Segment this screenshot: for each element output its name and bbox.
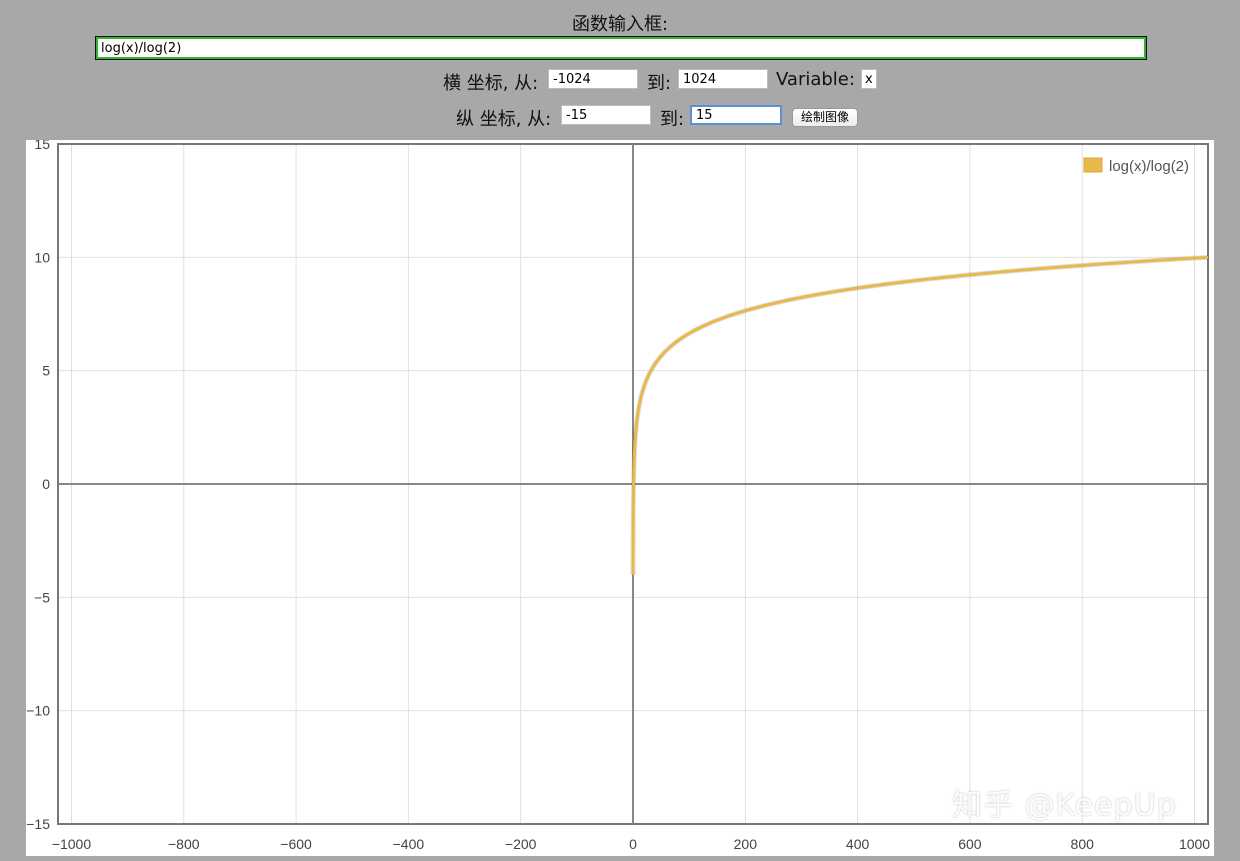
series-shadow (630, 254, 1209, 577)
y-tick-label: −5 (34, 589, 50, 605)
legend-swatch (1083, 157, 1103, 173)
watermark-text: 知乎 @KeepUp (952, 788, 1177, 823)
x-tick-label: −800 (168, 836, 200, 852)
y-tick-label: 10 (34, 249, 50, 265)
x-tick-label: −600 (280, 836, 312, 852)
series (630, 254, 1209, 577)
x-to-label: 到: (647, 73, 672, 94)
series-line (631, 255, 1209, 576)
x-range-row: 横 坐标, 从: 到: Variable: (0, 68, 1240, 94)
x-tick-label: 200 (734, 836, 758, 852)
y-tick-label: 15 (34, 140, 50, 152)
x-tick-label: 0 (629, 836, 637, 852)
y-tick-label: 5 (42, 363, 50, 379)
controls-panel: 函数输入框: 横 坐标, 从: 到: Variable: 纵 坐标, 从: 到:… (0, 0, 1240, 140)
x-tick-label: 800 (1071, 836, 1095, 852)
y-to-input[interactable] (690, 105, 782, 125)
y-range-label: 纵 坐标, 从: (456, 109, 552, 130)
variable-input[interactable] (861, 69, 877, 89)
x-to-input[interactable] (678, 69, 768, 89)
x-tick-label: −1000 (52, 836, 92, 852)
x-tick-label: 600 (958, 836, 982, 852)
tick-labels: −1000 −800 −600 −400 −200 0 200 400 600 800 1000 15… (26, 136, 1210, 852)
y-tick-label: −10 (26, 703, 50, 719)
legend-label: log(x)/log(2) (1109, 158, 1189, 175)
function-input[interactable] (95, 36, 1147, 60)
y-from-input[interactable] (561, 105, 651, 125)
chart-area: −1000 −800 −600 −400 −200 0 200 400 600 800 1000 15… (26, 136, 1214, 856)
variable-label: Variable: (776, 69, 855, 90)
x-tick-label: −400 (393, 836, 425, 852)
x-tick-label: 1000 (1179, 836, 1210, 852)
x-from-input[interactable] (548, 69, 638, 89)
x-tick-label: 400 (846, 836, 870, 852)
x-tick-label: −200 (505, 836, 537, 852)
y-range-row: 纵 坐标, 从: 到: 绘制图像 (0, 104, 1240, 130)
x-range-label: 横 坐标, 从: (443, 73, 539, 94)
legend: log(x)/log(2) (1083, 157, 1189, 175)
function-graph: −1000 −800 −600 −400 −200 0 200 400 600 800 1000 15… (26, 136, 1210, 852)
plot-button[interactable]: 绘制图像 (792, 108, 859, 127)
y-tick-label: 0 (42, 476, 50, 492)
function-input-label: 函数输入框: (571, 14, 669, 35)
y-tick-label: −15 (26, 816, 50, 832)
y-to-label: 到: (660, 109, 685, 130)
